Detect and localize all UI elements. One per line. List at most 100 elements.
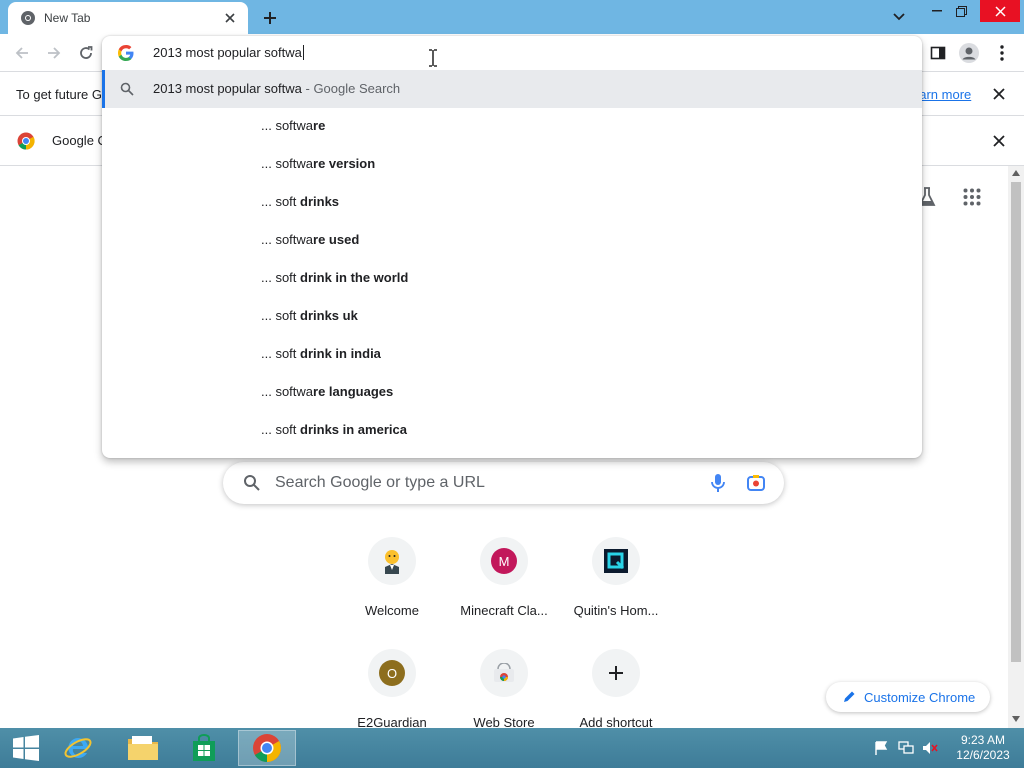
chrome-favicon-icon xyxy=(21,11,35,25)
start-button[interactable] xyxy=(0,730,52,766)
reload-button[interactable] xyxy=(74,41,98,65)
side-panel-icon[interactable] xyxy=(926,41,950,65)
tab-search-chevron-icon[interactable] xyxy=(888,6,910,28)
taskbar-internet-explorer[interactable] xyxy=(52,730,104,766)
windows-store-icon xyxy=(193,734,215,761)
suggestion-item[interactable]: ... software used xyxy=(261,232,359,247)
chrome-logo-icon xyxy=(253,734,281,762)
address-bar-value: 2013 most popular softwa xyxy=(153,45,302,60)
customize-chrome-label: Customize Chrome xyxy=(864,689,976,705)
address-bar-text[interactable]: 2013 most popular softwa xyxy=(153,45,304,60)
plus-icon xyxy=(592,649,640,697)
voice-search-mic-icon[interactable] xyxy=(708,473,728,493)
close-tab-icon[interactable] xyxy=(222,10,238,26)
network-icon[interactable] xyxy=(898,728,914,768)
e2guardian-letter-icon: O xyxy=(379,660,405,686)
close-window-button[interactable] xyxy=(980,0,1020,22)
text-caret xyxy=(302,45,304,60)
suggestion-item[interactable]: ... software version xyxy=(261,156,375,171)
suggestion-prefix: ... softwa xyxy=(261,384,314,399)
customize-chrome-button[interactable]: Customize Chrome xyxy=(826,682,990,712)
suggestion-completion: re languages xyxy=(313,384,394,399)
system-clock[interactable]: 9:23 AM 12/6/2023 xyxy=(948,733,1018,763)
google-g-icon xyxy=(118,45,134,61)
info-bar-text: To get future G xyxy=(16,87,102,102)
suggestion-query-text: 2013 most popular softwa xyxy=(153,81,302,96)
shortcut-welcome[interactable]: Welcome xyxy=(336,537,448,618)
suggestion-completion: drinks xyxy=(300,194,340,209)
add-shortcut-button[interactable]: Add shortcut xyxy=(560,649,672,730)
suggestion-completion: drink in the world xyxy=(300,270,409,285)
suggestion-completion: re xyxy=(313,118,326,133)
suggestion-query: 2013 most popular softwa - Google Search xyxy=(153,81,400,96)
shortcut-label: Quitin's Hom... xyxy=(573,603,659,618)
search-icon xyxy=(244,475,260,491)
close-infobar-icon[interactable] xyxy=(990,85,1008,103)
google-apps-icon[interactable] xyxy=(963,188,981,206)
clock-time: 9:23 AM xyxy=(960,733,1006,747)
shortcut-minecraft[interactable]: M Minecraft Cla... xyxy=(448,537,560,618)
suggestion-prefix: ... soft xyxy=(261,346,301,361)
action-center-flag-icon[interactable] xyxy=(874,728,888,768)
suggestion-google-search[interactable]: 2013 most popular softwa - Google Search xyxy=(102,70,922,108)
quitin-icon xyxy=(592,537,640,585)
folder-icon xyxy=(128,736,158,760)
restore-button[interactable] xyxy=(950,0,972,22)
suggestion-prefix: ... softwa xyxy=(261,156,314,171)
taskbar-file-explorer[interactable] xyxy=(117,730,169,766)
shortcut-label: Welcome xyxy=(365,603,419,618)
shortcut-icon-wrap: M xyxy=(480,537,528,585)
scrollbar-thumb[interactable] xyxy=(1011,182,1021,662)
suggestion-suffix: - Google Search xyxy=(305,81,401,96)
forward-button[interactable] xyxy=(42,41,66,65)
page-scrollbar[interactable] xyxy=(1008,166,1024,728)
suggestion-item[interactable]: ... software languages xyxy=(261,384,393,399)
scroll-up-arrow-icon[interactable] xyxy=(1012,170,1020,176)
scroll-down-arrow-icon[interactable] xyxy=(1012,716,1020,722)
volume-muted-icon[interactable] xyxy=(922,728,938,768)
suggestion-item[interactable]: ... soft drink in the world xyxy=(261,270,408,285)
pencil-icon xyxy=(844,691,855,702)
suggestion-item[interactable]: ... soft drinks in america xyxy=(261,422,407,437)
windows-taskbar: 9:23 AM 12/6/2023 xyxy=(0,728,1024,768)
shortcut-label: Minecraft Cla... xyxy=(460,603,548,618)
minecraft-letter-icon: M xyxy=(491,548,517,574)
tab-title: New Tab xyxy=(44,11,91,25)
taskbar-chrome[interactable] xyxy=(238,730,296,766)
minimize-button[interactable] xyxy=(926,0,948,22)
suggestion-prefix: ... softwa xyxy=(261,118,314,133)
shortcut-web-store[interactable]: Web Store xyxy=(448,649,560,730)
suggestion-item[interactable]: ... soft drinks xyxy=(261,194,339,209)
welcome-icon xyxy=(368,537,416,585)
google-lens-icon[interactable] xyxy=(746,473,766,493)
suggestion-prefix: ... softwa xyxy=(261,232,314,247)
suggestion-item[interactable]: ... soft drink in india xyxy=(261,346,381,361)
shortcut-icon-wrap: O xyxy=(368,649,416,697)
suggestion-prefix: ... soft xyxy=(261,308,301,323)
close-infobar-icon[interactable] xyxy=(990,132,1008,150)
taskbar-store[interactable] xyxy=(178,730,230,766)
windows-logo-icon xyxy=(13,735,39,761)
webstore-icon xyxy=(480,649,528,697)
suggestion-completion: re version xyxy=(313,156,376,171)
tab-strip: New Tab xyxy=(0,0,1024,34)
search-icon xyxy=(120,82,134,96)
shortcut-quitins[interactable]: Quitin's Hom... xyxy=(560,537,672,618)
suggestion-completion: drink in india xyxy=(300,346,381,361)
omnibox-dropdown: 2013 most popular softwa 2013 most popul… xyxy=(102,36,922,458)
suggestion-completion: drinks uk xyxy=(300,308,358,323)
text-cursor-icon xyxy=(429,49,437,67)
shortcut-e2guardian[interactable]: O E2Guardian xyxy=(336,649,448,730)
new-tab-button[interactable] xyxy=(259,7,281,29)
profile-avatar-icon[interactable] xyxy=(957,41,981,65)
chrome-logo-icon xyxy=(17,132,35,150)
chrome-menu-icon[interactable] xyxy=(990,41,1014,65)
suggestion-item[interactable]: ... software xyxy=(261,118,325,133)
address-bar-input[interactable]: 2013 most popular softwa xyxy=(102,36,922,70)
ntp-search-box[interactable]: Search Google or type a URL xyxy=(223,462,784,504)
back-button[interactable] xyxy=(10,41,34,65)
tab-new-tab[interactable]: New Tab xyxy=(8,2,248,34)
suggestion-prefix: ... soft xyxy=(261,270,301,285)
suggestion-prefix: ... soft xyxy=(261,422,301,437)
suggestion-item[interactable]: ... soft drinks uk xyxy=(261,308,358,323)
